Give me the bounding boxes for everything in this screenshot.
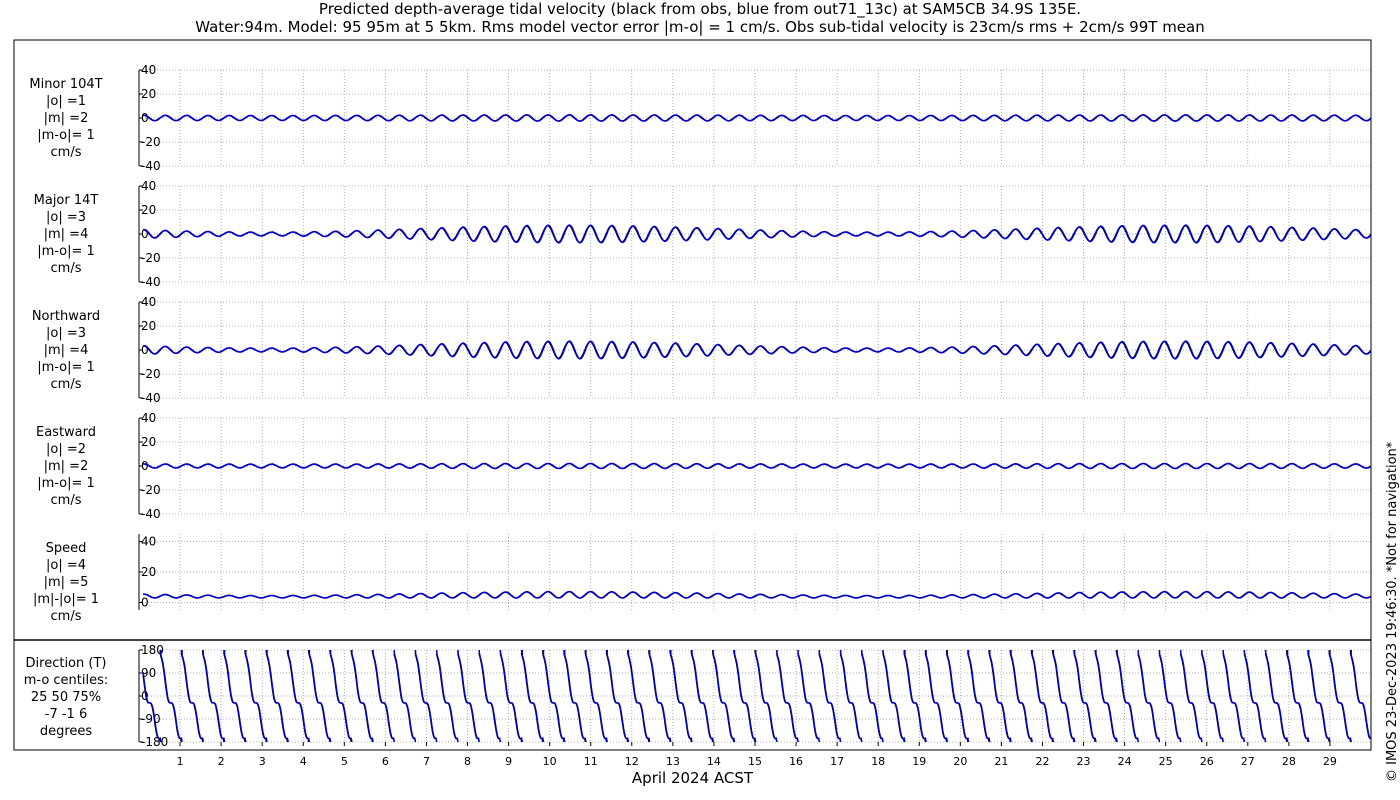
x-tick-label: 1	[177, 755, 184, 768]
y-tick-label: 20	[141, 203, 156, 217]
panel-label-eastward: Eastward |o| =2 |m| =2 |m-o|= 1 cm/s	[35, 425, 97, 508]
x-tick-label: 13	[666, 755, 680, 768]
x-tick-label: 10	[543, 755, 557, 768]
x-tick-label: 25	[1159, 755, 1173, 768]
y-tick-label: -20	[141, 483, 161, 497]
x-tick-label: 14	[707, 755, 721, 768]
y-tick-label: 40	[141, 63, 156, 77]
series-model-speed	[143, 590, 1372, 599]
y-tick-label: 20	[141, 319, 156, 333]
y-tick-label: 40	[141, 535, 156, 549]
y-tick-label: 0	[141, 111, 149, 125]
x-tick-label: 28	[1282, 755, 1296, 768]
y-tick-label: -20	[141, 251, 161, 265]
x-tick-label: 4	[300, 755, 307, 768]
x-tick-label: 7	[423, 755, 430, 768]
x-tick-label: 20	[953, 755, 967, 768]
y-tick-label: 20	[141, 565, 156, 579]
y-tick-label: -20	[141, 367, 161, 381]
y-tick-label: 0	[141, 595, 149, 609]
x-tick-label: 24	[1118, 755, 1132, 768]
x-tick-label: 9	[505, 755, 512, 768]
copyright-notice: © IMOS 23-Dec-2023 19:46:30. *Not for na…	[1385, 441, 1400, 782]
y-tick-label: -90	[141, 712, 161, 726]
y-tick-label: 40	[141, 411, 156, 425]
x-tick-label: 3	[259, 755, 266, 768]
y-tick-label: 20	[141, 87, 156, 101]
x-axis-label: April 2024 ACST	[631, 769, 754, 787]
x-tick-label: 19	[912, 755, 926, 768]
y-tick-label: -40	[141, 507, 161, 521]
panel-label-speed: Speed |o| =4 |m| =5 |m|-|o|= 1 cm/s	[32, 541, 100, 624]
panel-label-northward: Northward |o| =3 |m| =4 |m-o|= 1 cm/s	[31, 309, 101, 392]
panel-label-major: Major 14T |o| =3 |m| =4 |m-o|= 1 cm/s	[33, 193, 99, 276]
x-tick-label: 26	[1200, 755, 1214, 768]
y-tick-label: 20	[141, 435, 156, 449]
x-tick-label: 29	[1323, 755, 1337, 768]
plot-frame	[13, 39, 1372, 751]
x-tick-label: 21	[994, 755, 1008, 768]
panel-label-minor: Minor 104T |o| =1 |m| =2 |m-o|= 1 cm/s	[29, 77, 103, 160]
panel-label-direction: Direction (T) m-o centiles: 25 50 75% -7…	[23, 656, 109, 739]
x-tick-label: 22	[1035, 755, 1049, 768]
x-tick-label: 18	[871, 755, 885, 768]
x-tick-label: 12	[625, 755, 639, 768]
y-tick-label: -20	[141, 135, 161, 149]
y-tick-label: 40	[141, 179, 156, 193]
x-tick-label: 16	[789, 755, 803, 768]
x-tick-label: 2	[218, 755, 225, 768]
x-tick-label: 11	[584, 755, 598, 768]
y-tick-label: 0	[141, 459, 149, 473]
y-tick-label: -40	[141, 391, 161, 405]
x-tick-label: 23	[1077, 755, 1091, 768]
x-tick-label: 8	[464, 755, 471, 768]
tidal-velocity-chart: 1 2 3 4 5 6 7 8 9 10 11 12 13 14 15 16 17 18 19 20 21 22 23 24 2…	[13, 39, 1372, 768]
y-tick-label: -180	[141, 735, 168, 749]
x-tick-label: 6	[382, 755, 389, 768]
y-tick-label: 40	[141, 295, 156, 309]
x-tick-label: 17	[830, 755, 844, 768]
x-tick-label: 5	[341, 755, 348, 768]
y-tick-label: -40	[141, 159, 161, 173]
x-tick-label: 27	[1241, 755, 1255, 768]
x-tick-label: 15	[748, 755, 762, 768]
y-tick-label: -40	[141, 275, 161, 289]
